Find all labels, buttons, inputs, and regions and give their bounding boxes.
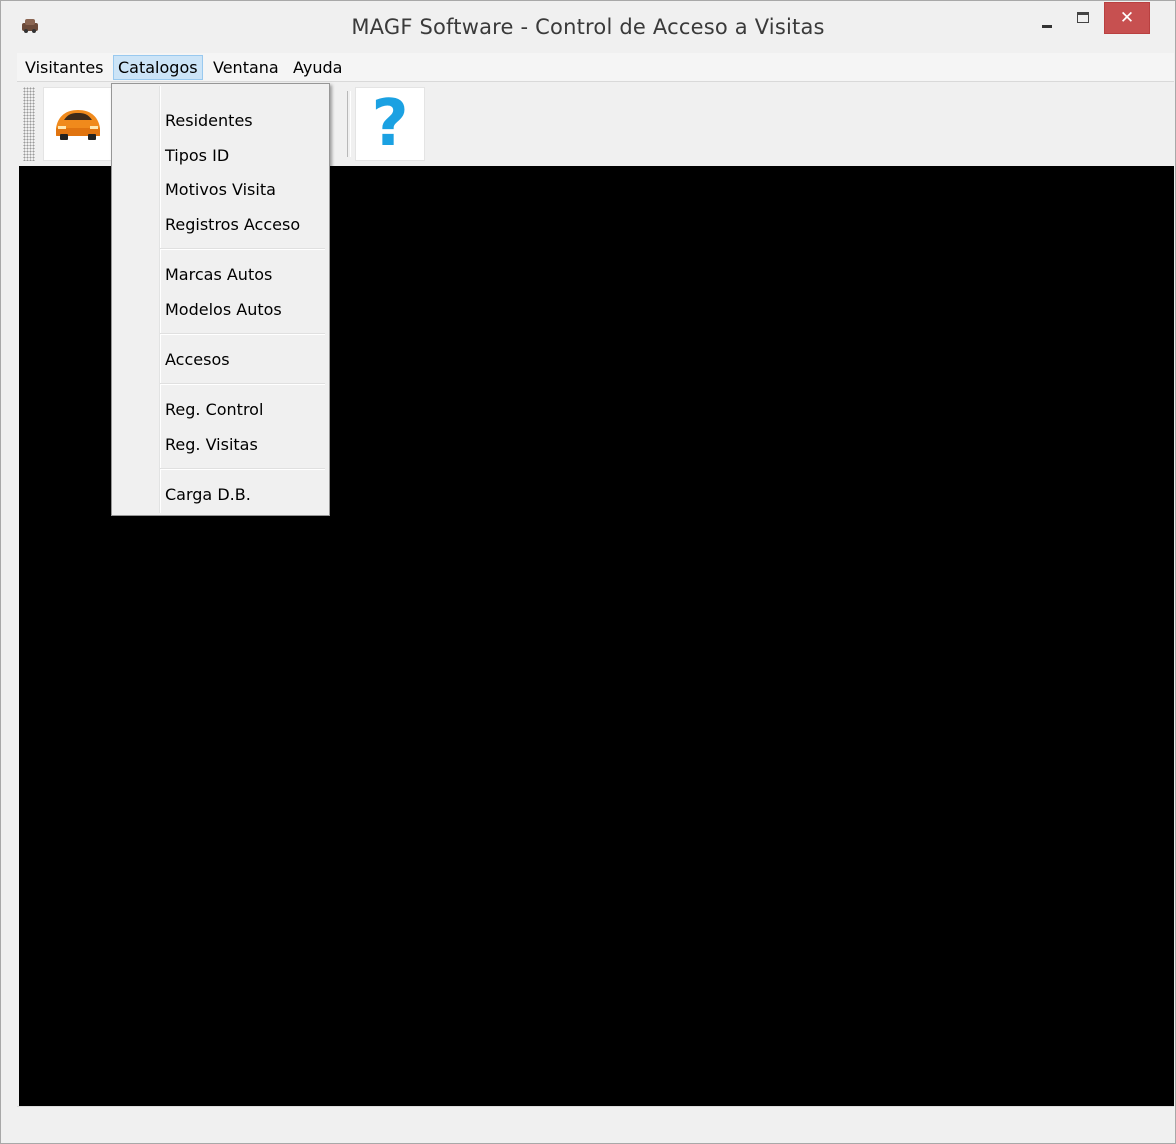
visitors-toolbar-button[interactable] [43, 87, 113, 161]
close-button[interactable]: ✕ [1104, 2, 1150, 34]
maximize-button[interactable] [1067, 3, 1099, 31]
menu-separator [160, 248, 325, 250]
close-icon: ✕ [1119, 8, 1135, 28]
menu-separator [160, 383, 325, 385]
app-window: MAGF Software - Control de Acceso a Visi… [0, 0, 1176, 1144]
menu-item-registros-acceso[interactable]: Registros Acceso [165, 210, 300, 240]
menu-item-residentes[interactable]: Residentes [165, 106, 253, 136]
menu-item-reg-control[interactable]: Reg. Control [165, 395, 263, 425]
status-bar [17, 1106, 1174, 1143]
catalogos-dropdown-menu: Residentes Tipos ID Motivos Visita Regis… [111, 83, 330, 516]
menu-item-accesos[interactable]: Accesos [165, 345, 230, 375]
menu-separator [160, 333, 325, 335]
menu-item-carga-db[interactable]: Carga D.B. [165, 480, 251, 510]
toolbar-separator [347, 91, 351, 157]
menu-item-marcas-autos[interactable]: Marcas Autos [165, 260, 272, 290]
toolbar-grip[interactable] [23, 87, 35, 161]
menu-separator [160, 468, 325, 470]
sports-car-icon [56, 110, 100, 140]
menu-bar: Visitantes Catalogos Ventana Ayuda [17, 53, 1174, 82]
menu-ayuda[interactable]: Ayuda [289, 55, 346, 80]
help-toolbar-button[interactable]: ? [355, 87, 425, 161]
menu-ventana[interactable]: Ventana [209, 55, 283, 80]
window-title: MAGF Software - Control de Acceso a Visi… [351, 15, 825, 39]
help-icon: ? [371, 87, 409, 161]
title-bar[interactable]: MAGF Software - Control de Acceso a Visi… [1, 1, 1175, 53]
menu-item-modelos-autos[interactable]: Modelos Autos [165, 295, 282, 325]
menu-visitantes[interactable]: Visitantes [21, 55, 108, 80]
minimize-button[interactable] [1031, 3, 1067, 31]
menu-item-motivos-visita[interactable]: Motivos Visita [165, 175, 276, 205]
menu-item-tipos-id[interactable]: Tipos ID [165, 141, 229, 171]
menu-item-reg-visitas[interactable]: Reg. Visitas [165, 430, 258, 460]
dropdown-icon-gutter [159, 86, 161, 513]
menu-catalogos[interactable]: Catalogos [113, 55, 203, 80]
